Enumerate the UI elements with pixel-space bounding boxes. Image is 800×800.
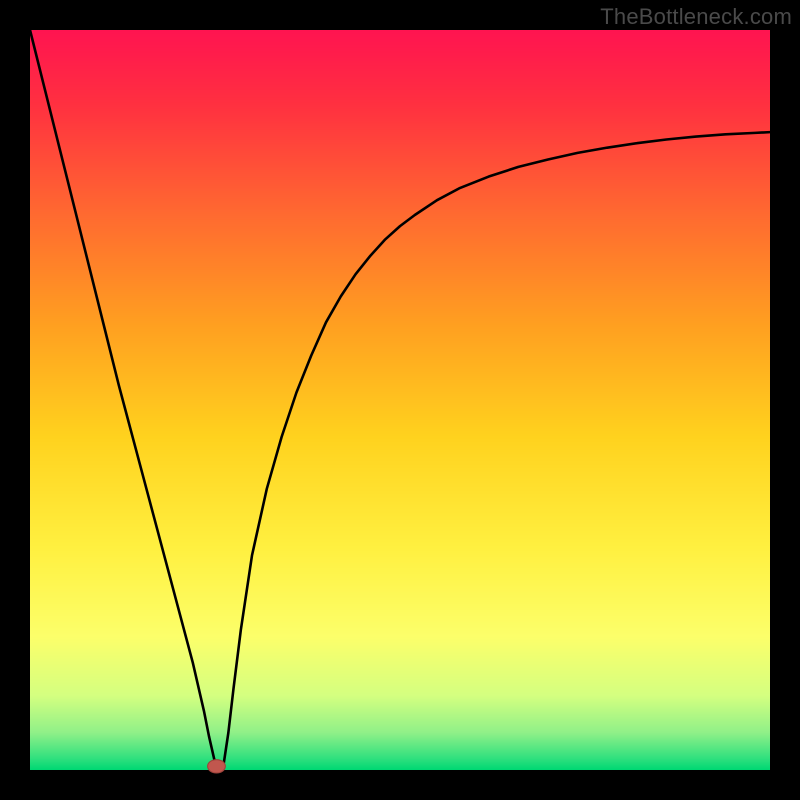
min-point-marker: [208, 760, 226, 773]
bottleneck-curve: [30, 30, 770, 766]
plot-area: [30, 30, 770, 770]
chart-frame: TheBottleneck.com: [0, 0, 800, 800]
curve-layer: [30, 30, 770, 770]
watermark-text: TheBottleneck.com: [600, 4, 792, 30]
